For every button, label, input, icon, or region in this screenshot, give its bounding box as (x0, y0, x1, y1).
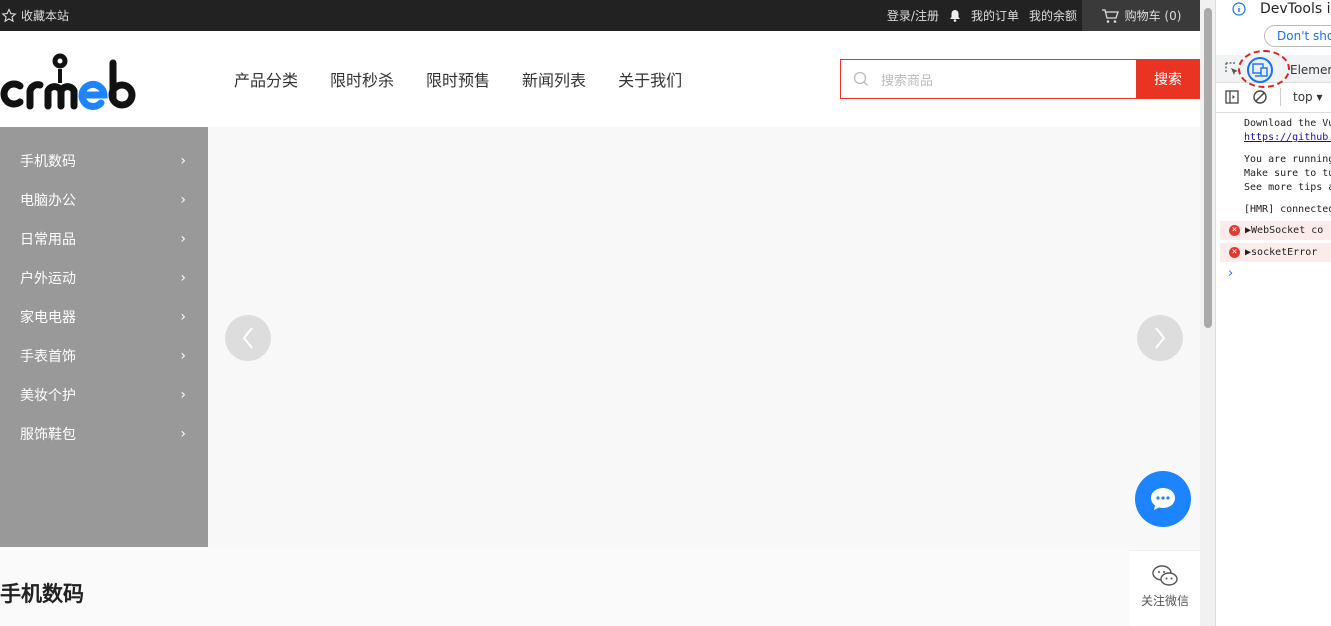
chat-button[interactable] (1135, 471, 1191, 527)
devtools-panel: DevTools is Don't sho Elemer top ▾ Downl… (1216, 0, 1331, 626)
page-scrollbar[interactable] (1200, 0, 1216, 626)
chevron-right-icon (1155, 327, 1166, 349)
carousel-next-button[interactable] (1137, 315, 1183, 361)
console-line: See more tips a (1244, 182, 1331, 193)
website: 收藏本站 登录/注册 我的订单 我的余额 购物车 (0) 产品分类 限时秒杀 限… (0, 0, 1200, 626)
dont-show-button[interactable]: Don't sho (1264, 25, 1331, 47)
category-item[interactable]: 手机数码 › (0, 141, 208, 180)
chevron-right-icon: › (180, 191, 186, 208)
wechat-follow[interactable]: 关注微信 (1130, 550, 1200, 626)
login-register-link[interactable]: 登录/注册 (882, 7, 944, 24)
top-bar: 收藏本站 登录/注册 我的订单 我的余额 购物车 (0) (0, 0, 1200, 31)
devtools-banner-text: DevTools is (1260, 1, 1331, 17)
nav-news[interactable]: 新闻列表 (506, 67, 602, 91)
console-line: You are running (1244, 154, 1331, 165)
search-bar: 搜索商品 搜索 (840, 59, 1200, 99)
category-item[interactable]: 手表首饰 › (0, 336, 208, 375)
console-line: Download the Vu (1244, 118, 1331, 129)
context-selector[interactable]: top ▾ (1293, 90, 1323, 104)
category-item[interactable]: 电脑办公 › (0, 180, 208, 219)
category-sidebar: 手机数码 › 电脑办公 › 日常用品 › 户外运动 › 家电电器 › 手表首饰 › 美妆个护… (0, 127, 208, 547)
search-button[interactable]: 搜索 (1136, 59, 1200, 99)
search-icon (853, 71, 868, 86)
favorite-label: 收藏本站 (21, 9, 70, 23)
clear-console-icon[interactable] (1252, 89, 1268, 105)
category-item[interactable]: 家电电器 › (0, 297, 208, 336)
chat-bubble-icon (1151, 488, 1175, 510)
search-placeholder: 搜索商品 (881, 73, 934, 89)
section-title: 手机数码 (0, 582, 84, 606)
cart-label: 购物车 (0) (1124, 9, 1182, 23)
category-item[interactable]: 日常用品 › (0, 219, 208, 258)
cart-icon (1101, 8, 1119, 23)
console-toolbar: top ▾ (1224, 88, 1323, 106)
cart-button[interactable]: 购物车 (0) (1082, 0, 1200, 31)
sidebar-toggle-icon[interactable] (1224, 89, 1240, 105)
chevron-right-icon: › (180, 308, 186, 325)
chevron-right-icon: › (180, 152, 186, 169)
nav-presale[interactable]: 限时预售 (410, 67, 506, 91)
scrollbar-thumb[interactable] (1204, 8, 1212, 328)
category-item[interactable]: 美妆个护 › (0, 375, 208, 414)
console-prompt-icon[interactable]: › (1228, 266, 1233, 281)
bell-icon[interactable] (944, 9, 966, 22)
chevron-left-icon (242, 327, 253, 349)
my-orders-link[interactable]: 我的订单 (966, 7, 1024, 24)
main-nav: 产品分类 限时秒杀 限时预售 新闻列表 关于我们 (218, 31, 698, 127)
chevron-right-icon: › (180, 269, 186, 286)
nav-product-category[interactable]: 产品分类 (218, 67, 314, 91)
info-icon (1232, 2, 1246, 16)
console-divider (1216, 112, 1331, 113)
console-link[interactable]: https://github. (1244, 132, 1331, 143)
error-icon: × (1229, 224, 1240, 236)
chevron-right-icon: › (180, 425, 186, 442)
search-input[interactable]: 搜索商品 (840, 59, 1136, 99)
chevron-right-icon: › (180, 230, 186, 247)
star-icon (1, 7, 17, 22)
nav-flash-sale[interactable]: 限时秒杀 (314, 67, 410, 91)
header: 产品分类 限时秒杀 限时预售 新闻列表 关于我们 搜索商品 搜索 (0, 31, 1200, 127)
my-balance-link[interactable]: 我的余额 (1024, 7, 1082, 24)
banner-carousel (208, 127, 1200, 547)
category-item[interactable]: 户外运动 › (0, 258, 208, 297)
console-line: [HMR] connected (1244, 204, 1331, 215)
device-toolbar-icon[interactable] (1247, 57, 1273, 83)
chevron-right-icon: › (180, 386, 186, 403)
wechat-label: 关注微信 (1140, 594, 1189, 608)
nav-about-us[interactable]: 关于我们 (602, 67, 698, 91)
favorite-link[interactable]: 收藏本站 (0, 0, 69, 31)
console-error-row[interactable]: × ▶socketError (1220, 243, 1331, 262)
chevron-right-icon: › (180, 347, 186, 364)
console-line: Make sure to tu (1244, 168, 1331, 179)
carousel-prev-button[interactable] (225, 315, 271, 361)
error-icon: × (1229, 246, 1240, 258)
console-error-row[interactable]: × ▶WebSocket co (1220, 221, 1331, 240)
category-item[interactable]: 服饰鞋包 › (0, 414, 208, 453)
devtools-banner: DevTools is (1232, 1, 1331, 17)
wechat-icon (1152, 565, 1178, 586)
logo[interactable] (0, 47, 140, 115)
tab-elements[interactable]: Elemer (1290, 63, 1331, 77)
